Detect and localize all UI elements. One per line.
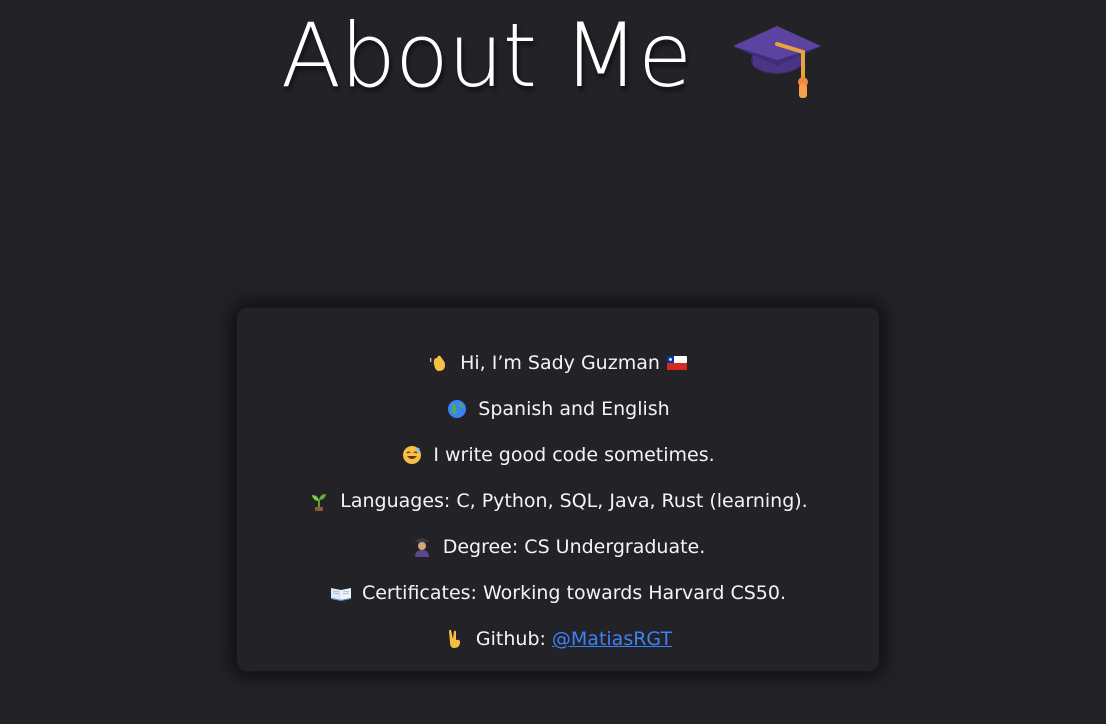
list-item: I write good code sometimes. [237, 432, 879, 478]
programming-languages-text: Languages: C, Python, SQL, Java, Rust (l… [340, 490, 808, 512]
github-label: Github: [475, 628, 546, 650]
intro-text: Hi, I’m Sady Guzman [460, 352, 660, 374]
github-link[interactable]: @MatiasRGT [552, 628, 672, 650]
page-header: About Me [0, 0, 1106, 110]
list-item: Spanish and English [237, 386, 879, 432]
seedling-icon [308, 490, 330, 512]
certificates-text: Certificates: Working towards Harvard CS… [361, 582, 787, 604]
grinning-sweat-face-icon [401, 444, 423, 466]
victory-hand-icon [444, 628, 466, 650]
list-item: Hi, I’m Sady Guzman [237, 340, 879, 386]
list-item: Github: @MatiasRGT [237, 616, 879, 662]
student-icon [411, 536, 433, 558]
list-item: Certificates: Working towards Harvard CS… [237, 570, 879, 616]
graduation-cap-icon [729, 14, 825, 104]
page-title: About Me [280, 4, 692, 107]
list-item: Languages: C, Python, SQL, Java, Rust (l… [237, 478, 879, 524]
code-text: I write good code sometimes. [433, 444, 715, 466]
degree-text: Degree: CS Undergraduate. [442, 536, 706, 558]
waving-hand-icon [428, 352, 450, 374]
languages-spoken-text: Spanish and English [478, 398, 670, 420]
about-card: Hi, I’m Sady Guzman Spanish and English [237, 308, 879, 671]
open-book-icon [330, 582, 352, 604]
chile-flag-icon [666, 352, 688, 374]
list-item: Degree: CS Undergraduate. [237, 524, 879, 570]
globe-icon [446, 398, 468, 420]
